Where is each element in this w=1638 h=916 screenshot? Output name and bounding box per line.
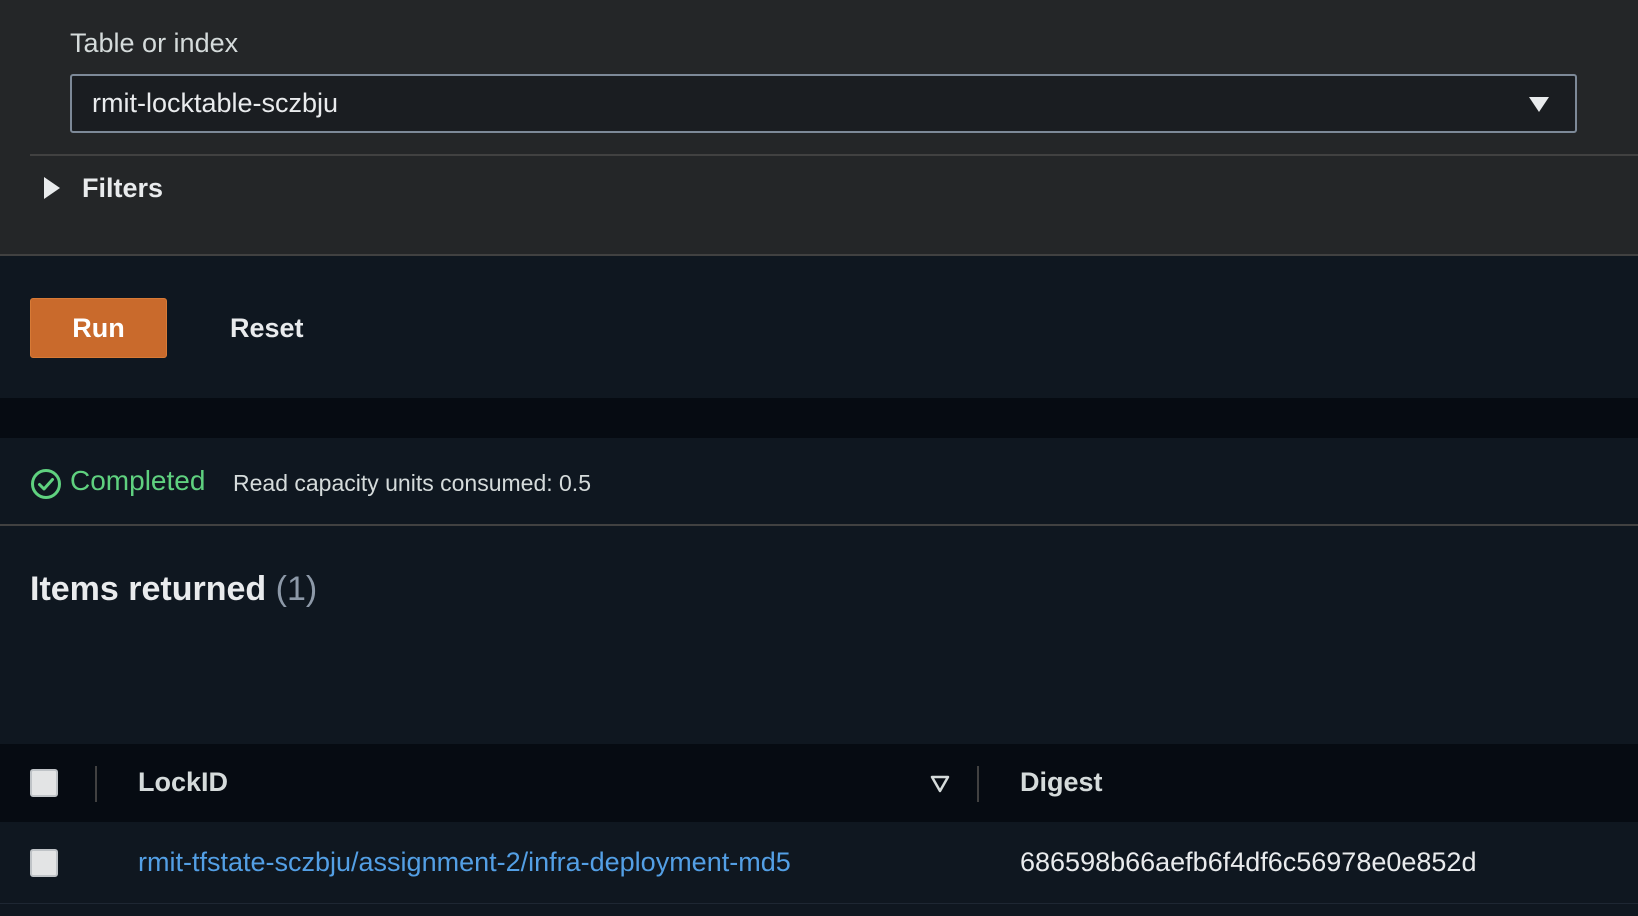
filters-expander[interactable]: Filters [40,168,163,208]
action-bar: Run Reset [0,258,1638,398]
query-panel: Table or index rmit-locktable-sczbju Fil… [0,0,1638,256]
table-or-index-select[interactable]: rmit-locktable-sczbju [70,74,1577,133]
filters-label: Filters [82,172,164,203]
table-row: rmit-tfstate-sczbju/assignment-2/infra-d… [0,822,1638,904]
table-or-index-value: rmit-locktable-sczbju [92,88,339,118]
table-header: LockID Digest [0,744,1638,822]
section-gap [0,398,1638,438]
table-or-index-label: Table or index [70,28,239,58]
sort-descending-icon[interactable] [930,775,950,793]
column-separator [95,766,97,802]
column-separator [977,766,979,802]
select-all-checkbox[interactable] [30,769,58,797]
results-title: Items returned (1) [30,570,317,609]
digest-cell: 686598b66aefb6f4df6c56978e0e852d [1020,847,1477,877]
caret-right-icon [44,177,60,199]
column-header-lockid[interactable]: LockID [138,767,228,798]
column-header-digest[interactable]: Digest [1020,767,1103,798]
results-section: Items returned (1) [0,528,1638,744]
panel-divider [30,154,1638,156]
status-text: Completed [70,465,206,496]
row-checkbox[interactable] [30,849,58,877]
caret-down-icon [1529,97,1549,112]
status-bar: Completed Read capacity units consumed: … [0,438,1638,526]
capacity-consumed-text: Read capacity units consumed: 0.5 [233,470,591,496]
results-count: (1) [275,570,318,608]
lockid-cell-link[interactable]: rmit-tfstate-sczbju/assignment-2/infra-d… [138,847,791,878]
reset-button[interactable]: Reset [210,298,324,358]
results-title-text: Items returned [30,570,267,608]
check-circle-icon [31,469,61,499]
run-button[interactable]: Run [30,298,167,358]
